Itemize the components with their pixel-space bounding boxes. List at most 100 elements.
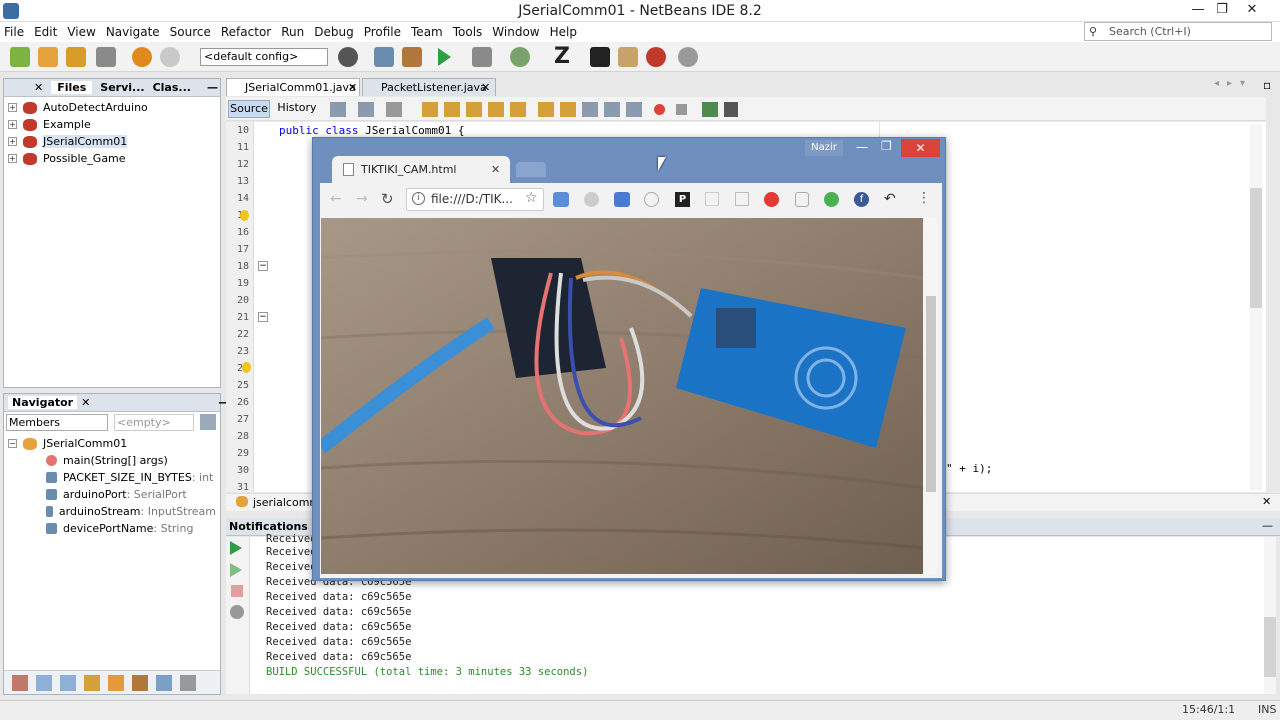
translate-extension-icon[interactable] (553, 192, 569, 207)
menu-icon[interactable]: ⋮ (917, 190, 931, 206)
menu-run[interactable]: Run (281, 25, 304, 39)
extension-icon[interactable] (735, 192, 749, 206)
forward-icon[interactable] (386, 102, 402, 117)
navigator-member[interactable]: main(String[] args) (8, 452, 216, 469)
navigator-member[interactable]: arduinoPort : SerialPort (8, 486, 216, 503)
navigator-member[interactable]: arduinoStream : InputStream (8, 503, 216, 520)
globe-icon[interactable] (338, 47, 358, 67)
extension-icon[interactable] (614, 192, 630, 207)
project-item-selected[interactable]: + JSerialComm01 (8, 133, 216, 150)
tab-services[interactable]: Servi... (100, 81, 144, 94)
debug-icon[interactable] (472, 47, 492, 67)
sort-icon[interactable] (156, 674, 172, 691)
collapse-icon[interactable]: − (8, 439, 17, 448)
last-edit-icon[interactable] (330, 102, 346, 117)
menu-profile[interactable]: Profile (364, 25, 401, 39)
menu-tools[interactable]: Tools (453, 25, 483, 39)
fold-icon[interactable]: − (258, 312, 268, 322)
close-tab-icon[interactable]: ✕ (481, 81, 490, 94)
config-select[interactable]: <default config> (200, 48, 328, 66)
search-input[interactable]: Search (Ctrl+I) (1084, 22, 1272, 41)
extension-icon[interactable] (824, 192, 839, 207)
menu-window[interactable]: Window (492, 25, 539, 39)
find-prev-icon[interactable] (444, 102, 460, 117)
save-all-icon[interactable] (96, 47, 116, 67)
minimize-panel-icon[interactable]: — (1262, 519, 1273, 532)
comment-icon[interactable] (702, 102, 718, 117)
tab-classes[interactable]: Clas... (153, 81, 191, 94)
extension-icon[interactable]: ↶ (884, 191, 896, 207)
project-item[interactable]: + Example (8, 116, 216, 133)
p-extension-icon[interactable]: P (675, 192, 690, 207)
opera-extension-icon[interactable] (764, 192, 779, 207)
project-item[interactable]: + AutoDetectArduino (8, 99, 216, 116)
reload-icon[interactable]: ↻ (381, 190, 394, 208)
expand-icon[interactable]: + (8, 120, 17, 129)
filter-toggle-icon[interactable] (36, 674, 52, 691)
tab-packetlistener[interactable]: PacketListener.java (362, 78, 496, 96)
browser-close-button[interactable]: ✕ (901, 139, 940, 157)
shift-right-icon[interactable] (626, 102, 642, 117)
menu-refactor[interactable]: Refactor (221, 25, 271, 39)
members-select[interactable]: Members (6, 414, 108, 431)
settings-icon[interactable] (230, 605, 244, 619)
filter-toggle-icon[interactable] (60, 674, 76, 691)
hint-bulb-icon[interactable] (240, 210, 249, 221)
fold-icon[interactable]: − (258, 261, 268, 271)
next-bookmark-icon[interactable] (560, 102, 576, 117)
tab-jserialcomm01[interactable]: JSerialComm01.java (226, 78, 360, 96)
redo-icon[interactable] (160, 47, 180, 67)
forward-icon[interactable]: → (356, 191, 368, 207)
extension-icon[interactable] (584, 192, 599, 207)
menu-debug[interactable]: Debug (314, 25, 353, 39)
minimize-panel-icon[interactable]: — (207, 81, 218, 94)
back-icon[interactable]: ← (330, 191, 342, 207)
browser-minimize-button[interactable]: — (856, 140, 868, 154)
tab-files[interactable]: Files (51, 81, 93, 94)
shield-icon[interactable] (795, 192, 809, 207)
close-tab-icon[interactable]: ✕ (348, 81, 357, 94)
new-tab-button[interactable] (516, 162, 546, 177)
facebook-extension-icon[interactable]: f (854, 192, 869, 207)
z-icon[interactable]: Z (554, 44, 570, 69)
browser-user-badge[interactable]: Nazir (805, 140, 843, 156)
stop-macro-icon[interactable] (676, 104, 687, 115)
bookmark-star-icon[interactable]: ☆ (525, 190, 538, 206)
back-icon[interactable] (358, 102, 374, 117)
close-tab-icon[interactable]: ✕ (81, 396, 90, 409)
sort-icon[interactable] (180, 674, 196, 691)
profile-icon[interactable] (510, 47, 530, 67)
expand-icon[interactable]: + (8, 137, 17, 146)
menu-view[interactable]: View (67, 25, 95, 39)
prev-bookmark-icon[interactable] (538, 102, 554, 117)
clean-build-icon[interactable] (402, 47, 422, 67)
filter-toggle-icon[interactable] (132, 674, 148, 691)
record-macro-icon[interactable] (654, 104, 665, 115)
tab-nav-arrows[interactable]: ◂▸▾ (1214, 78, 1253, 89)
menu-edit[interactable]: Edit (34, 25, 57, 39)
open-project-icon[interactable] (66, 47, 86, 67)
info-icon[interactable]: i (412, 192, 425, 205)
device-icon[interactable] (618, 47, 638, 67)
source-tab[interactable]: Source (228, 100, 270, 118)
new-file-icon[interactable] (10, 47, 30, 67)
rerun-different-icon[interactable] (230, 563, 242, 577)
rerun-icon[interactable] (230, 541, 242, 555)
extension-icon[interactable] (644, 192, 659, 207)
scrollbar-thumb[interactable] (1250, 188, 1262, 308)
build-icon[interactable] (374, 47, 394, 67)
find-next-icon[interactable] (466, 102, 482, 117)
history-tab[interactable]: History (276, 100, 318, 118)
maximize-editor-icon[interactable]: ▫ (1263, 78, 1271, 92)
expand-icon[interactable]: + (8, 154, 17, 163)
shift-left-icon[interactable] (604, 102, 620, 117)
settings-icon[interactable] (678, 47, 698, 67)
extension-icon[interactable] (705, 192, 719, 206)
toggle-highlight-icon[interactable] (488, 102, 504, 117)
menu-navigate[interactable]: Navigate (106, 25, 160, 39)
close-button[interactable]: ✕ (1237, 0, 1267, 22)
filter-toggle-icon[interactable] (108, 674, 124, 691)
plugin-icon[interactable] (646, 47, 666, 67)
new-project-icon[interactable] (38, 47, 58, 67)
notifications-tab[interactable]: Notifications (229, 520, 308, 533)
